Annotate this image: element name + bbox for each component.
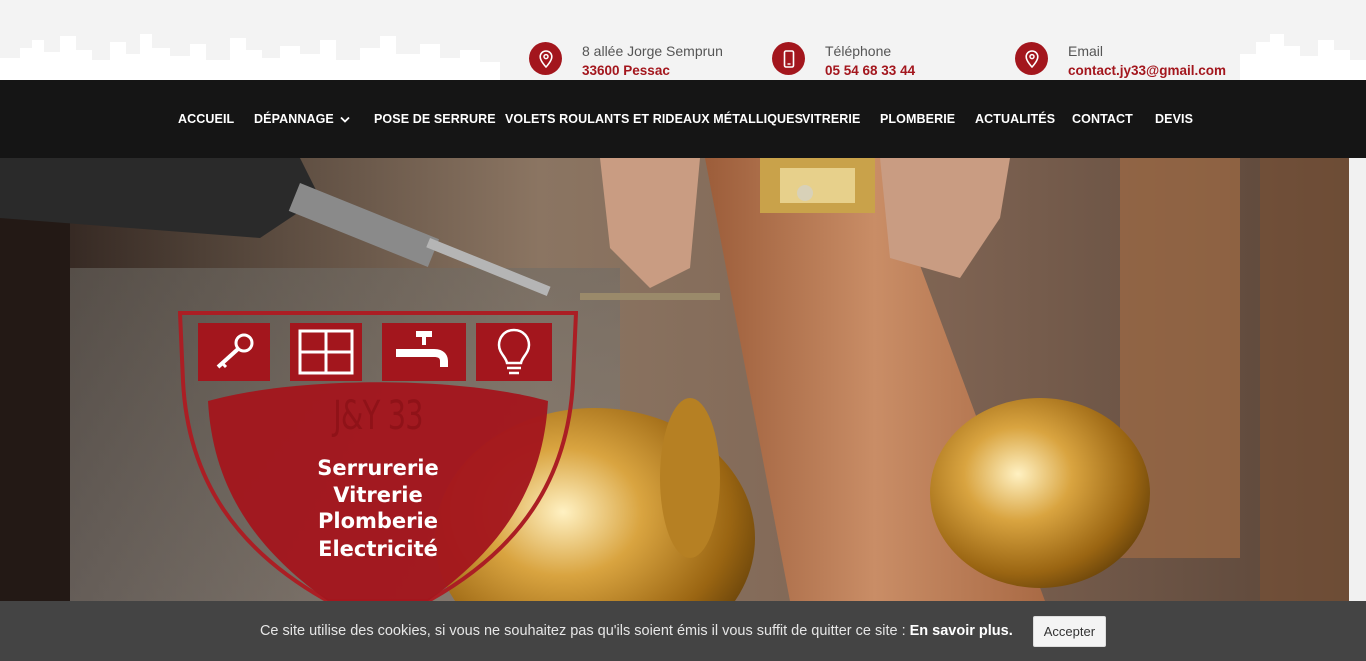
phone-contact: Téléphone 05 54 68 33 44 — [772, 42, 915, 80]
nav-item-label: ACCUEIL — [178, 112, 235, 126]
logo-service-4: Electricité — [318, 537, 438, 561]
address-contact: 8 allée Jorge Semprun 33600 Pessac — [529, 42, 723, 80]
cookie-banner: Ce site utilise des cookies, si vous ne … — [0, 601, 1366, 661]
nav-item-label: CONTACT — [1072, 112, 1133, 126]
phone-number-link[interactable]: 05 54 68 33 44 — [825, 61, 915, 80]
contact-bar: 8 allée Jorge Semprun 33600 Pessac Télép… — [0, 0, 1366, 80]
nav-item-label: VOLETS ROULANTS ET RIDEAUX MÉTALLIQUES — [505, 112, 804, 126]
lightbulb-icon — [494, 327, 534, 382]
mobile-phone-icon — [772, 42, 805, 75]
hero-banner: J&Y 33 Serrurerie Vitrerie Plomberie Ele… — [0, 158, 1349, 601]
location-pin-icon — [1015, 42, 1048, 75]
nav-item-label: PLOMBERIE — [880, 112, 956, 126]
cookie-message: Ce site utilise des cookies, si vous ne … — [259, 623, 906, 639]
nav-item-label: ACTUALITÉS — [975, 112, 1056, 126]
nav-item-actualites[interactable]: ACTUALITÉS — [975, 80, 1055, 158]
nav-item-contact[interactable]: CONTACT — [1072, 80, 1133, 158]
email-label: Email — [1068, 43, 1104, 59]
cookie-accept-button[interactable]: Accepter — [1032, 615, 1107, 647]
nav-item-label: DÉPANNAGE — [254, 112, 334, 126]
nav-item-vitrerie[interactable]: VITRERIE — [802, 80, 860, 158]
nav-item-pose-de-serrure[interactable]: POSE DE SERRURE — [374, 80, 496, 158]
location-pin-icon — [529, 42, 562, 75]
nav-item-accueil[interactable]: ACCUEIL — [178, 80, 234, 158]
email-link[interactable]: contact.jy33@gmail.com — [1068, 61, 1226, 80]
logo-service-3: Plomberie — [318, 509, 438, 533]
main-navigation: ACCUEIL DÉPANNAGE POSE DE SERRURE VOLETS… — [0, 80, 1366, 158]
email-contact: Email contact.jy33@gmail.com — [1015, 42, 1226, 80]
page-scrollbar[interactable] — [1349, 158, 1366, 601]
nav-item-volets-roulants[interactable]: VOLETS ROULANTS ET RIDEAUX MÉTALLIQUES — [505, 80, 803, 158]
key-icon — [210, 331, 258, 378]
nav-item-plomberie[interactable]: PLOMBERIE — [880, 80, 955, 158]
cookie-more-link[interactable]: En savoir plus. — [910, 623, 1013, 639]
nav-item-label: DEVIS — [1155, 112, 1194, 126]
address-city: 33600 Pessac — [582, 63, 670, 78]
logo-service-2: Vitrerie — [333, 483, 423, 507]
company-logo: J&Y 33 Serrurerie Vitrerie Plomberie Ele… — [178, 311, 578, 601]
nav-item-label: POSE DE SERRURE — [374, 112, 496, 126]
window-icon — [298, 329, 354, 380]
phone-label: Téléphone — [825, 43, 892, 59]
address-street: 8 allée Jorge Semprun — [582, 43, 723, 59]
logo-brand-name: J&Y 33 — [333, 393, 423, 439]
chevron-down-icon — [340, 116, 350, 123]
faucet-icon — [394, 329, 454, 380]
nav-item-depannage[interactable]: DÉPANNAGE — [254, 80, 350, 158]
logo-service-1: Serrurerie — [317, 456, 439, 480]
nav-item-devis[interactable]: DEVIS — [1155, 80, 1193, 158]
nav-item-label: VITRERIE — [802, 112, 861, 126]
